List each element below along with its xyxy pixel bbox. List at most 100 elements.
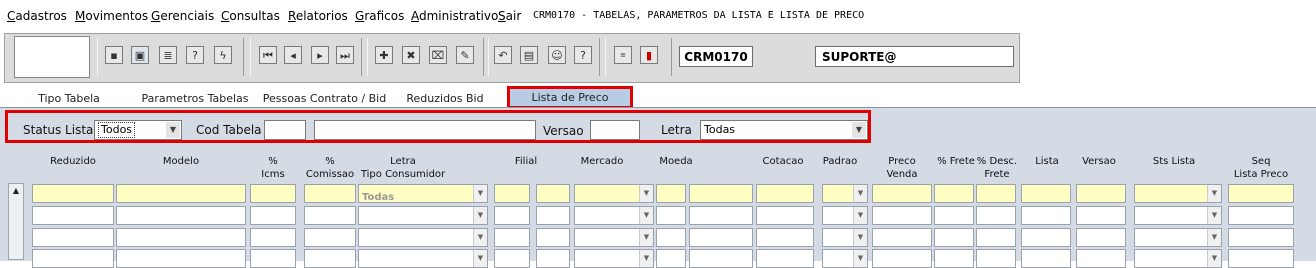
grid-input-cell[interactable] <box>250 206 296 225</box>
grid-select-cell[interactable]: ▼ <box>358 228 488 247</box>
grid-input-cell[interactable] <box>494 249 530 268</box>
grid-select-cell[interactable]: ▼ <box>574 228 654 247</box>
grid-input-cell[interactable] <box>1228 228 1294 247</box>
grid-input-cell[interactable] <box>32 228 114 247</box>
grid-select-cell[interactable]: ▼ <box>574 206 654 225</box>
grid-select-cell[interactable]: ▼ <box>1134 184 1222 203</box>
print-icon[interactable]: ≣ <box>159 46 177 64</box>
insert-record-icon[interactable]: ✚ <box>375 46 393 64</box>
tab-reduzidos-bid[interactable]: Reduzidos Bid <box>390 90 500 107</box>
menu-gerenciais[interactable]: Gerenciais <box>151 9 214 23</box>
grid-input-cell[interactable] <box>536 228 570 247</box>
grid-input-cell[interactable] <box>494 206 530 225</box>
grid-input-cell[interactable] <box>536 206 570 225</box>
grid-input-cell[interactable] <box>32 206 114 225</box>
grid-input-cell[interactable] <box>656 184 686 203</box>
grid-input-cell[interactable] <box>689 206 753 225</box>
grid-input-cell[interactable] <box>689 249 753 268</box>
grid-input-cell[interactable] <box>1076 206 1126 225</box>
grid-input-cell[interactable] <box>116 184 246 203</box>
tab-tipo-tabela[interactable]: Tipo Tabela <box>10 90 128 107</box>
grid-select-cell[interactable]: ▼ <box>822 249 868 268</box>
grid-input-cell[interactable] <box>32 184 114 203</box>
grid-input-cell[interactable] <box>1021 184 1071 203</box>
grid-select-cell[interactable]: ▼ <box>822 228 868 247</box>
grid-select-cell[interactable]: ▼ <box>574 184 654 203</box>
grid-select-cell[interactable]: ▼ <box>358 206 488 225</box>
next-record-icon[interactable]: ▸ <box>311 46 329 64</box>
grid-input-cell[interactable] <box>1228 206 1294 225</box>
tab-pessoas-contrato-bid[interactable]: Pessoas Contrato / Bid <box>262 90 387 107</box>
grid-input-cell[interactable] <box>304 206 356 225</box>
grid-input-cell[interactable] <box>536 249 570 268</box>
grid-input-cell[interactable] <box>1076 249 1126 268</box>
grid-input-cell[interactable] <box>250 184 296 203</box>
grid-select-cell[interactable]: ▼ <box>822 206 868 225</box>
grid-input-cell[interactable] <box>1021 206 1071 225</box>
grid-input-cell[interactable] <box>976 184 1016 203</box>
grid-input-cell[interactable] <box>872 184 932 203</box>
menu-movimentos[interactable]: Movimentos <box>75 9 148 23</box>
grid-input-cell[interactable] <box>1021 228 1071 247</box>
clear-icon[interactable]: ⌧ <box>429 46 447 64</box>
grid-input-cell[interactable] <box>656 249 686 268</box>
grid-input-cell[interactable] <box>689 228 753 247</box>
grid-input-cell[interactable] <box>304 184 356 203</box>
grid-input-cell[interactable] <box>934 206 974 225</box>
grid-input-cell[interactable] <box>116 228 246 247</box>
grid-select-cell[interactable]: ▼ <box>822 184 868 203</box>
menu-sair[interactable]: Sair <box>498 9 521 23</box>
window-icon[interactable]: ▣ <box>131 46 149 64</box>
grid-select-cell[interactable]: ▼ <box>358 249 488 268</box>
grid-input-cell[interactable] <box>536 184 570 203</box>
undo-icon[interactable]: ↶ <box>494 46 512 64</box>
grid-input-cell[interactable] <box>976 228 1016 247</box>
clipboard-icon[interactable]: ▤ <box>520 46 538 64</box>
grid-input-cell[interactable] <box>756 206 814 225</box>
grid-input-cell[interactable] <box>872 206 932 225</box>
grid-scrollbar[interactable]: ▲ <box>8 183 24 260</box>
grid-input-cell[interactable] <box>250 249 296 268</box>
query-help-icon[interactable]: ? <box>186 46 204 64</box>
grid-input-cell[interactable] <box>656 228 686 247</box>
grid-input-cell[interactable] <box>976 206 1016 225</box>
grid-select-cell[interactable]: ▼ <box>1134 249 1222 268</box>
grid-input-cell[interactable] <box>304 249 356 268</box>
grid-input-cell[interactable] <box>756 184 814 203</box>
grid-select-cell[interactable]: ▼ <box>574 249 654 268</box>
grid-input-cell[interactable] <box>656 206 686 225</box>
menu-administrativo[interactable]: Administrativo <box>411 9 498 23</box>
grid-input-cell[interactable] <box>689 184 753 203</box>
grid-input-cell[interactable] <box>116 206 246 225</box>
help-icon[interactable]: ? <box>574 46 592 64</box>
grid-input-cell[interactable] <box>1228 184 1294 203</box>
first-record-icon[interactable]: ⏮ <box>259 46 277 64</box>
grid-input-cell[interactable] <box>1076 228 1126 247</box>
grid-input-cell[interactable] <box>1076 184 1126 203</box>
last-record-icon[interactable]: ⏭ <box>336 46 354 64</box>
exit-door-icon[interactable]: ▮ <box>640 46 658 64</box>
grid-input-cell[interactable] <box>934 184 974 203</box>
tab-parametros-tabelas[interactable]: Parametros Tabelas <box>130 90 260 107</box>
menu-consultas[interactable]: Consultas <box>221 9 280 23</box>
grid-input-cell[interactable] <box>494 184 530 203</box>
menu-cadastros[interactable]: Cadastros <box>7 9 67 23</box>
grid-input-cell[interactable] <box>250 228 296 247</box>
grid-input-cell[interactable] <box>756 249 814 268</box>
menu-graficos[interactable]: Graficos <box>355 9 404 23</box>
grid-input-cell[interactable] <box>872 228 932 247</box>
grid-input-cell[interactable] <box>1021 249 1071 268</box>
save-icon[interactable]: ▪ <box>105 46 123 64</box>
previous-record-icon[interactable]: ◂ <box>284 46 302 64</box>
grid-input-cell[interactable] <box>116 249 246 268</box>
grid-input-cell[interactable] <box>976 249 1016 268</box>
grid-select-cell[interactable]: ▼ <box>1134 206 1222 225</box>
edit-icon[interactable]: ✎ <box>456 46 474 64</box>
grid-select-cell[interactable]: ▼ Todas <box>358 184 488 203</box>
grid-input-cell[interactable] <box>872 249 932 268</box>
execute-query-icon[interactable]: ϟ <box>214 46 232 64</box>
grid-input-cell[interactable] <box>32 249 114 268</box>
menu-icon[interactable]: ≡ <box>614 46 632 64</box>
grid-input-cell[interactable] <box>1228 249 1294 268</box>
grid-input-cell[interactable] <box>934 228 974 247</box>
